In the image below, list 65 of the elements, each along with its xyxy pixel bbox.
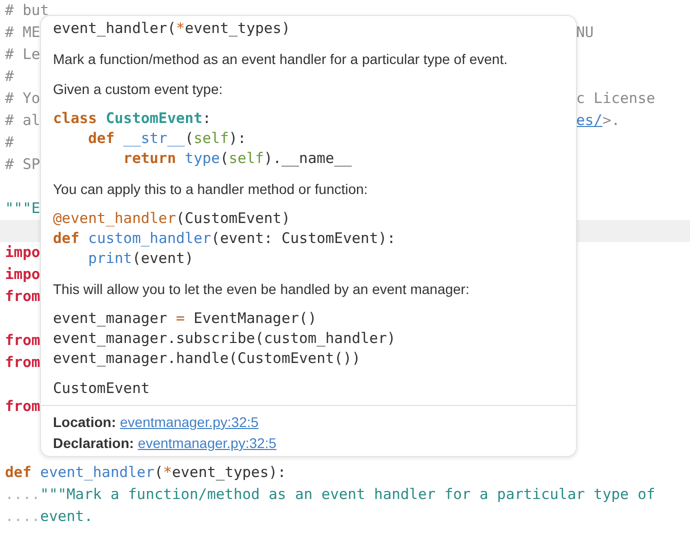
code-keyword: return (122, 149, 178, 170)
code-self: self (194, 129, 229, 150)
file-link[interactable]: eventmanager.py:32:5 (120, 412, 259, 433)
code-text: event_manager.handle(CustomEvent()) (53, 349, 361, 370)
code-function: print (87, 249, 132, 270)
code-text: ( (220, 149, 229, 170)
code-text: EventManager() (192, 309, 317, 330)
code-text: ( (184, 129, 194, 150)
code-text: ( (154, 463, 164, 484)
code-keyword: impo (5, 243, 40, 264)
code-text: event_types): (172, 463, 286, 484)
code-comment: NU (576, 23, 594, 44)
code-decorator: @event_handler (53, 209, 176, 230)
code-self: self (228, 149, 264, 170)
code-operator: * (176, 19, 185, 40)
doc-paragraph: You can apply this to a handler method or function: (53, 180, 369, 199)
doc-paragraph: Mark a function/method as an event handler for a particular type of event. (53, 50, 508, 69)
code-comment: # SP (5, 155, 40, 176)
code-keyword: from (5, 397, 40, 418)
code-keyword: impo (5, 265, 40, 286)
code-comment: # ME (5, 23, 40, 44)
code-text: event_manager (53, 309, 168, 330)
code-comment: # but (5, 1, 49, 22)
whitespace-marker: .... (5, 507, 40, 528)
code-keyword: def (87, 129, 116, 150)
footer-label: Location: (53, 413, 116, 432)
code-text: (event: CustomEvent): (211, 229, 396, 250)
code-function: type (184, 149, 220, 170)
code-docstring: """Mark a function/method as an event handler for a particular type of (40, 485, 656, 506)
code-function: event_handler (40, 463, 154, 484)
doc-paragraph: This will allow you to let the even be handled by an event manager: (53, 280, 470, 299)
code-comment: # Yo (5, 89, 40, 110)
code-comment: # al (5, 111, 40, 132)
code-text: CustomEvent (53, 379, 150, 400)
code-keyword: def (53, 229, 80, 250)
code-text: event_handler( (53, 19, 176, 40)
code-class-name: CustomEvent (106, 109, 202, 130)
footer-label: Declaration: (53, 434, 134, 453)
code-keyword: from (5, 353, 40, 374)
code-comment: # (5, 133, 14, 154)
code-text: ).__name__ (264, 149, 352, 170)
code-keyword: from (5, 331, 40, 352)
code-keyword: def (5, 463, 32, 484)
code-comment: # (5, 67, 14, 88)
code-function: custom_handler (88, 229, 212, 250)
code-docstring: event. (40, 507, 93, 528)
code-text: ): (228, 129, 246, 150)
code-docstring: """E (5, 199, 40, 220)
doc-paragraph: Given a custom event type: (53, 80, 224, 99)
whitespace-marker: .... (5, 485, 40, 506)
code-comment: c License (576, 89, 656, 110)
code-text: event_types) (184, 19, 290, 40)
code-text: (event) (132, 249, 194, 270)
code-function: __str__ (123, 129, 185, 150)
code-operator: = (176, 309, 185, 330)
code-text: : (202, 109, 212, 130)
code-text: (CustomEvent) (176, 209, 290, 230)
code-keyword: from (5, 287, 40, 308)
code-text: event_manager.subscribe(custom_handler) (53, 329, 396, 350)
code-comment: # Le (5, 45, 40, 66)
code-operator: * (163, 463, 172, 484)
code-comment: >. (602, 111, 620, 132)
code-link[interactable]: es/ (576, 110, 602, 132)
file-link[interactable]: eventmanager.py:32:5 (138, 433, 276, 454)
code-keyword: class (53, 109, 98, 130)
